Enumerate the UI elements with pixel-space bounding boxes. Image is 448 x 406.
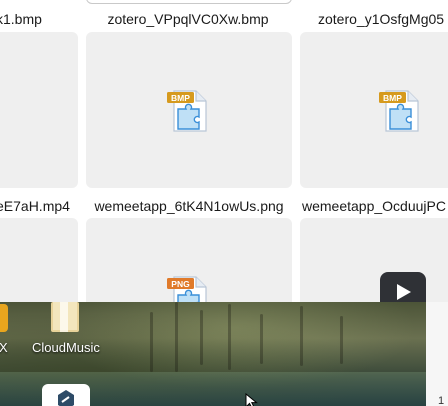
file-name-label: k1.bmp — [0, 11, 42, 27]
file-explorer-grid: k1.bmp zotero_VPpqlVC0Xw.bmp zotero_y1Os… — [0, 0, 448, 302]
file-name-label[interactable]: zotero_y1OsfgMg05 — [318, 8, 448, 30]
desktop-app-icon[interactable] — [0, 304, 8, 332]
wallpaper-detail — [200, 310, 203, 365]
desktop-app-icon[interactable] — [42, 384, 90, 406]
file-item[interactable]: BMP — [300, 32, 448, 188]
png-file-icon: PNG — [167, 276, 207, 302]
wallpaper-detail — [300, 306, 303, 366]
side-panel-text: 1 — [438, 395, 445, 406]
file-item[interactable]: PNG — [86, 218, 292, 302]
wallpaper-detail — [340, 316, 343, 364]
wallpaper-detail — [175, 302, 178, 372]
file-name-label[interactable]: wemeetapp_OcduujPC — [302, 195, 448, 217]
file-item-selected[interactable] — [86, 0, 292, 4]
file-name-label[interactable]: wemeetapp_6tK4N1owUs.png — [86, 195, 292, 217]
wallpaper-detail — [150, 312, 153, 372]
svg-text:BMP: BMP — [383, 93, 402, 103]
side-panel — [426, 302, 448, 406]
wallpaper-detail — [228, 304, 231, 370]
mouse-cursor-icon — [245, 393, 258, 406]
desktop-icon-label[interactable]: X — [0, 340, 8, 355]
app-logo-icon — [58, 390, 74, 406]
desktop-icon-label[interactable]: CloudMusic — [32, 340, 100, 355]
bmp-file-icon: BMP — [167, 90, 207, 132]
wallpaper-detail — [260, 314, 263, 364]
svg-text:PNG: PNG — [171, 279, 190, 289]
file-item[interactable] — [0, 218, 78, 302]
desktop-wallpaper: X CloudMusic — [0, 302, 426, 406]
svg-text:BMP: BMP — [171, 93, 190, 103]
file-name-label[interactable]: eE7aH.mp4 — [0, 195, 76, 217]
file-item[interactable]: BMP — [86, 32, 292, 188]
file-item[interactable] — [0, 32, 78, 188]
folder-icon[interactable] — [48, 302, 82, 336]
file-name-label[interactable]: zotero_VPpqlVC0Xw.bmp — [88, 8, 288, 30]
bmp-file-icon: BMP — [379, 90, 419, 132]
